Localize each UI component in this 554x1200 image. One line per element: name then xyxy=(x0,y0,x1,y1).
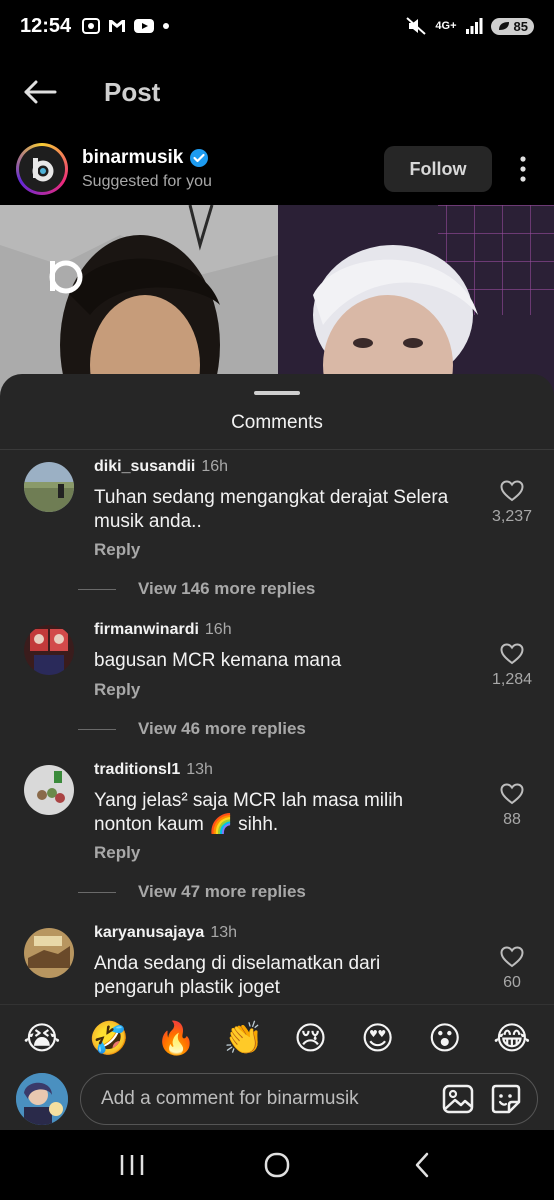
more-vertical-icon xyxy=(520,156,526,182)
emoji-rolling-laughing[interactable]: 🤣 xyxy=(89,1022,129,1054)
commenter-avatar[interactable] xyxy=(24,462,74,512)
status-time: 12:54 xyxy=(20,14,72,37)
reply-button[interactable]: Reply xyxy=(94,843,140,863)
screenshot-icon xyxy=(82,18,101,34)
comment-username[interactable]: firmanwinardi xyxy=(94,621,199,639)
system-icons: 4G+ 85 xyxy=(405,16,534,36)
comment-text: Tuhan sedang mengangkat derajat Selera m… xyxy=(94,487,449,532)
author-meta: binarmusik Suggested for you xyxy=(82,147,212,191)
view-replies-button[interactable]: View 47 more replies xyxy=(78,882,306,902)
like-count: 88 xyxy=(503,811,521,828)
back-arrow-icon xyxy=(24,80,57,104)
signal-icon xyxy=(465,18,483,34)
gallery-button[interactable] xyxy=(439,1080,477,1118)
comment-time: 16h xyxy=(201,458,229,475)
comment-username[interactable]: traditionsl1 xyxy=(94,761,180,779)
like-group: 88 xyxy=(488,783,536,829)
page-title: Post xyxy=(104,76,161,107)
like-group: 1,284 xyxy=(488,643,536,689)
binarmusik-logo-icon xyxy=(32,158,54,182)
gmail-icon xyxy=(109,20,126,32)
verified-badge-icon xyxy=(190,149,209,167)
comment-username[interactable]: diki_susandii xyxy=(94,458,195,476)
system-navigation-bar xyxy=(0,1130,554,1200)
comment-input-wrapper xyxy=(80,1073,538,1125)
reply-button[interactable]: Reply xyxy=(94,680,140,700)
suggested-label: Suggested for you xyxy=(82,173,212,190)
comment-item: firmanwinardi 16h bagusan MCR kemana man… xyxy=(0,619,554,759)
comment-item: traditionsl1 13h Yang jelas² saja MCR la… xyxy=(0,759,554,921)
comment-text: Anda sedang di diselamatkan dari pengaru… xyxy=(94,953,381,998)
youtube-icon xyxy=(134,19,155,33)
recent-apps-icon xyxy=(121,1155,144,1175)
status-bar: 12:54 4G+ 85 xyxy=(0,0,554,52)
emoji-clapping[interactable]: 👏 xyxy=(223,1022,264,1054)
sticker-button[interactable] xyxy=(487,1080,525,1118)
emoji-loudly-crying[interactable]: 😭 xyxy=(22,1022,62,1054)
comment-time: 13h xyxy=(210,924,238,941)
like-group: 3,237 xyxy=(488,480,536,526)
divider xyxy=(0,449,554,450)
emoji-tears-of-joy[interactable]: 😂 xyxy=(492,1022,532,1054)
heart-icon[interactable] xyxy=(500,946,524,968)
comment-input[interactable] xyxy=(101,1088,429,1110)
like-count: 60 xyxy=(503,974,521,991)
comment-composer xyxy=(0,1070,554,1128)
emoji-crying[interactable]: 😢 xyxy=(291,1022,331,1054)
comments-list[interactable]: diki_susandii 16h Tuhan sedang mengangka… xyxy=(0,456,554,1004)
sticker-icon xyxy=(491,1084,521,1114)
system-back-button[interactable] xyxy=(392,1135,452,1195)
dot-icon xyxy=(163,23,170,29)
recent-apps-button[interactable] xyxy=(102,1135,162,1195)
comment-time: 16h xyxy=(204,621,232,638)
reply-button[interactable]: Reply xyxy=(94,540,140,560)
drag-handle[interactable] xyxy=(254,391,300,395)
mute-icon xyxy=(406,17,427,35)
view-replies-label: View 146 more replies xyxy=(138,579,316,598)
view-replies-label: View 47 more replies xyxy=(138,882,306,901)
emoji-heart-eyes[interactable]: 😍 xyxy=(358,1022,398,1054)
comment-text: bagusan MCR kemana mana xyxy=(94,650,342,671)
like-count: 3,237 xyxy=(491,508,533,525)
view-replies-button[interactable]: View 146 more replies xyxy=(78,579,315,599)
like-count: 1,284 xyxy=(491,671,533,688)
emoji-reaction-bar: 😭 🤣 🔥 👏 😢 😍 😮 😂 xyxy=(0,1004,554,1070)
heart-icon[interactable] xyxy=(500,783,524,805)
view-replies-button[interactable]: View 46 more replies xyxy=(78,719,306,739)
battery-indicator: 85 xyxy=(490,17,534,35)
home-button[interactable] xyxy=(247,1135,307,1195)
comments-sheet: Comments diki_susandii 16h Tuhan sedang … xyxy=(0,374,554,1200)
more-options-button[interactable] xyxy=(508,146,538,192)
chevron-left-icon xyxy=(415,1152,428,1178)
commenter-avatar[interactable] xyxy=(24,625,74,675)
commenter-avatar[interactable] xyxy=(24,765,74,815)
emoji-surprised[interactable]: 😮 xyxy=(425,1022,465,1054)
back-button[interactable] xyxy=(0,62,80,122)
image-icon xyxy=(442,1084,474,1114)
author-avatar[interactable] xyxy=(16,143,68,195)
heart-icon[interactable] xyxy=(500,643,524,665)
comment-item: karyanusajaya 13h Anda sedang di diselam… xyxy=(0,922,554,1004)
comment-text: Yang jelas² saja MCR lah masa milih nont… xyxy=(94,790,404,835)
emoji-fire[interactable]: 🔥 xyxy=(156,1022,196,1054)
view-replies-label: View 46 more replies xyxy=(138,719,306,738)
post-header: Post xyxy=(0,62,554,122)
notification-icons xyxy=(81,17,171,35)
network-label: 4G+ xyxy=(435,19,457,32)
comments-title: Comments xyxy=(231,412,323,433)
commenter-avatar[interactable] xyxy=(24,928,74,978)
follow-button[interactable]: Follow xyxy=(384,146,492,192)
author-name[interactable]: binarmusik xyxy=(82,147,183,169)
heart-icon[interactable] xyxy=(500,480,524,502)
current-user-avatar[interactable] xyxy=(16,1073,68,1125)
comment-item: diki_susandii 16h Tuhan sedang mengangka… xyxy=(0,456,554,618)
battery-level: 85 xyxy=(513,18,528,34)
home-icon xyxy=(264,1152,290,1178)
like-group: 60 xyxy=(488,946,536,992)
battery-icon xyxy=(498,22,509,30)
comment-username[interactable]: karyanusajaya xyxy=(94,924,204,942)
post-author-row: binarmusik Suggested for you Follow xyxy=(0,138,554,200)
comment-time: 13h xyxy=(186,761,213,778)
